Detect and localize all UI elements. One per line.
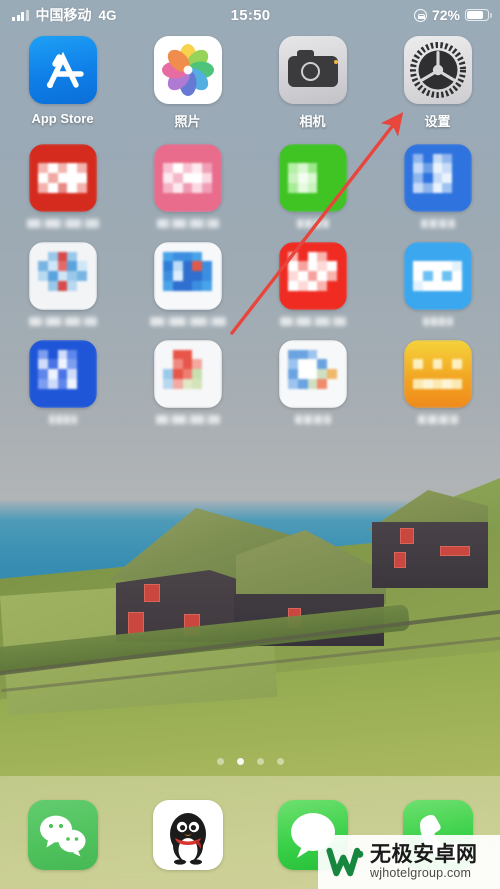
app-icon-camera[interactable]: 相机 bbox=[263, 36, 363, 130]
app-label-blurred bbox=[296, 219, 329, 228]
page-dot[interactable] bbox=[216, 758, 224, 765]
rotation-lock-icon bbox=[413, 8, 427, 22]
blurred-app-icon[interactable] bbox=[278, 242, 347, 310]
app-icon-settings[interactable]: 设置 bbox=[388, 36, 488, 130]
app-label-blurred bbox=[294, 415, 331, 424]
app-label-blurred bbox=[149, 317, 226, 326]
app-icon-blurred[interactable] bbox=[13, 144, 113, 228]
camera-icon[interactable] bbox=[278, 36, 347, 104]
page-dot[interactable] bbox=[256, 758, 264, 765]
w-logo-icon bbox=[326, 847, 364, 877]
app-label-blurred bbox=[156, 219, 219, 228]
app-icon-blurred[interactable] bbox=[13, 340, 113, 424]
app-label-blurred bbox=[26, 219, 99, 228]
app-row bbox=[0, 340, 500, 424]
page-dot[interactable] bbox=[276, 758, 284, 765]
app-label: App Store bbox=[31, 111, 94, 126]
status-bar-left: 中国移动 4G bbox=[0, 5, 231, 25]
qq-glyph bbox=[169, 812, 206, 865]
app-row bbox=[0, 144, 500, 228]
app-icon-app-store[interactable]: App Store bbox=[13, 36, 113, 130]
blurred-app-icon[interactable] bbox=[403, 242, 472, 310]
phone-screen: 中国移动 4G 15:50 72% App Store 照片 相机 设置 无极安… bbox=[0, 0, 500, 889]
app-icon-blurred[interactable] bbox=[388, 144, 488, 228]
app-label: 相机 bbox=[299, 114, 326, 129]
app-label-blurred bbox=[422, 317, 453, 326]
photos-pinwheel-glyph bbox=[161, 44, 214, 96]
app-icon-blurred[interactable] bbox=[13, 242, 113, 326]
app-icon-blurred[interactable] bbox=[263, 144, 363, 228]
status-bar-right: 72% bbox=[270, 7, 500, 23]
status-bar-clock: 15:50 bbox=[230, 6, 271, 24]
app-label-blurred bbox=[28, 317, 97, 326]
page-dot-active[interactable] bbox=[236, 758, 244, 765]
gear-glyph bbox=[409, 42, 466, 98]
blurred-app-icon[interactable] bbox=[28, 340, 97, 408]
app-icon-blurred[interactable] bbox=[138, 340, 238, 424]
app-label: 照片 bbox=[174, 114, 201, 129]
app-store-glyph bbox=[46, 51, 84, 89]
wechat-icon[interactable] bbox=[27, 799, 98, 870]
status-bar: 中国移动 4G 15:50 72% bbox=[0, 0, 500, 30]
app-icon-blurred[interactable] bbox=[263, 242, 363, 326]
watermark-text: 无极安卓网 wjhotelgroup.com bbox=[370, 842, 478, 880]
watermark-site-name: 无极安卓网 bbox=[370, 842, 478, 866]
app-icon-blurred[interactable] bbox=[138, 242, 238, 326]
blurred-app-icon[interactable] bbox=[403, 144, 472, 212]
photos-icon[interactable] bbox=[153, 36, 222, 104]
carrier-label: 中国移动 bbox=[35, 7, 92, 23]
app-icon-photos[interactable]: 照片 bbox=[138, 36, 238, 130]
app-row: App Store 照片 相机 设置 bbox=[0, 36, 500, 130]
network-type-label: 4G bbox=[98, 7, 117, 23]
blurred-app-icon[interactable] bbox=[153, 340, 222, 408]
blurred-app-icon[interactable] bbox=[403, 340, 472, 408]
app-row bbox=[0, 242, 500, 326]
camera-lens bbox=[300, 62, 320, 81]
camera-flash bbox=[333, 60, 338, 64]
app-label: 设置 bbox=[424, 114, 451, 129]
app-grid: App Store 照片 相机 设置 bbox=[0, 36, 500, 438]
battery-icon bbox=[465, 9, 492, 21]
blurred-app-icon[interactable] bbox=[153, 242, 222, 310]
app-label-blurred bbox=[420, 219, 455, 228]
wechat-glyph bbox=[39, 815, 85, 856]
app-icon-blurred[interactable] bbox=[138, 144, 238, 228]
blurred-app-icon[interactable] bbox=[278, 340, 347, 408]
app-icon-blurred[interactable] bbox=[388, 242, 488, 326]
battery-percent-label: 72% bbox=[431, 7, 460, 23]
blurred-app-icon[interactable] bbox=[28, 144, 97, 212]
app-store-icon[interactable] bbox=[28, 36, 97, 104]
watermark-site-url: wjhotelgroup.com bbox=[370, 865, 472, 880]
wallpaper-house-small bbox=[368, 490, 500, 600]
page-indicator[interactable] bbox=[0, 758, 500, 765]
blurred-app-icon[interactable] bbox=[153, 144, 222, 212]
qq-penguin-icon[interactable] bbox=[152, 799, 223, 870]
app-label-blurred bbox=[155, 415, 220, 424]
blurred-app-icon[interactable] bbox=[278, 144, 347, 212]
app-icon-blurred[interactable] bbox=[263, 340, 363, 424]
app-label-blurred bbox=[417, 415, 458, 424]
blurred-app-icon[interactable] bbox=[28, 242, 97, 310]
site-watermark: 无极安卓网 wjhotelgroup.com bbox=[318, 835, 500, 889]
app-label-blurred bbox=[279, 317, 346, 326]
app-icon-blurred[interactable] bbox=[388, 340, 488, 424]
app-label-blurred bbox=[48, 415, 77, 424]
settings-gear-icon[interactable] bbox=[403, 36, 472, 104]
signal-bars-icon bbox=[12, 9, 29, 21]
